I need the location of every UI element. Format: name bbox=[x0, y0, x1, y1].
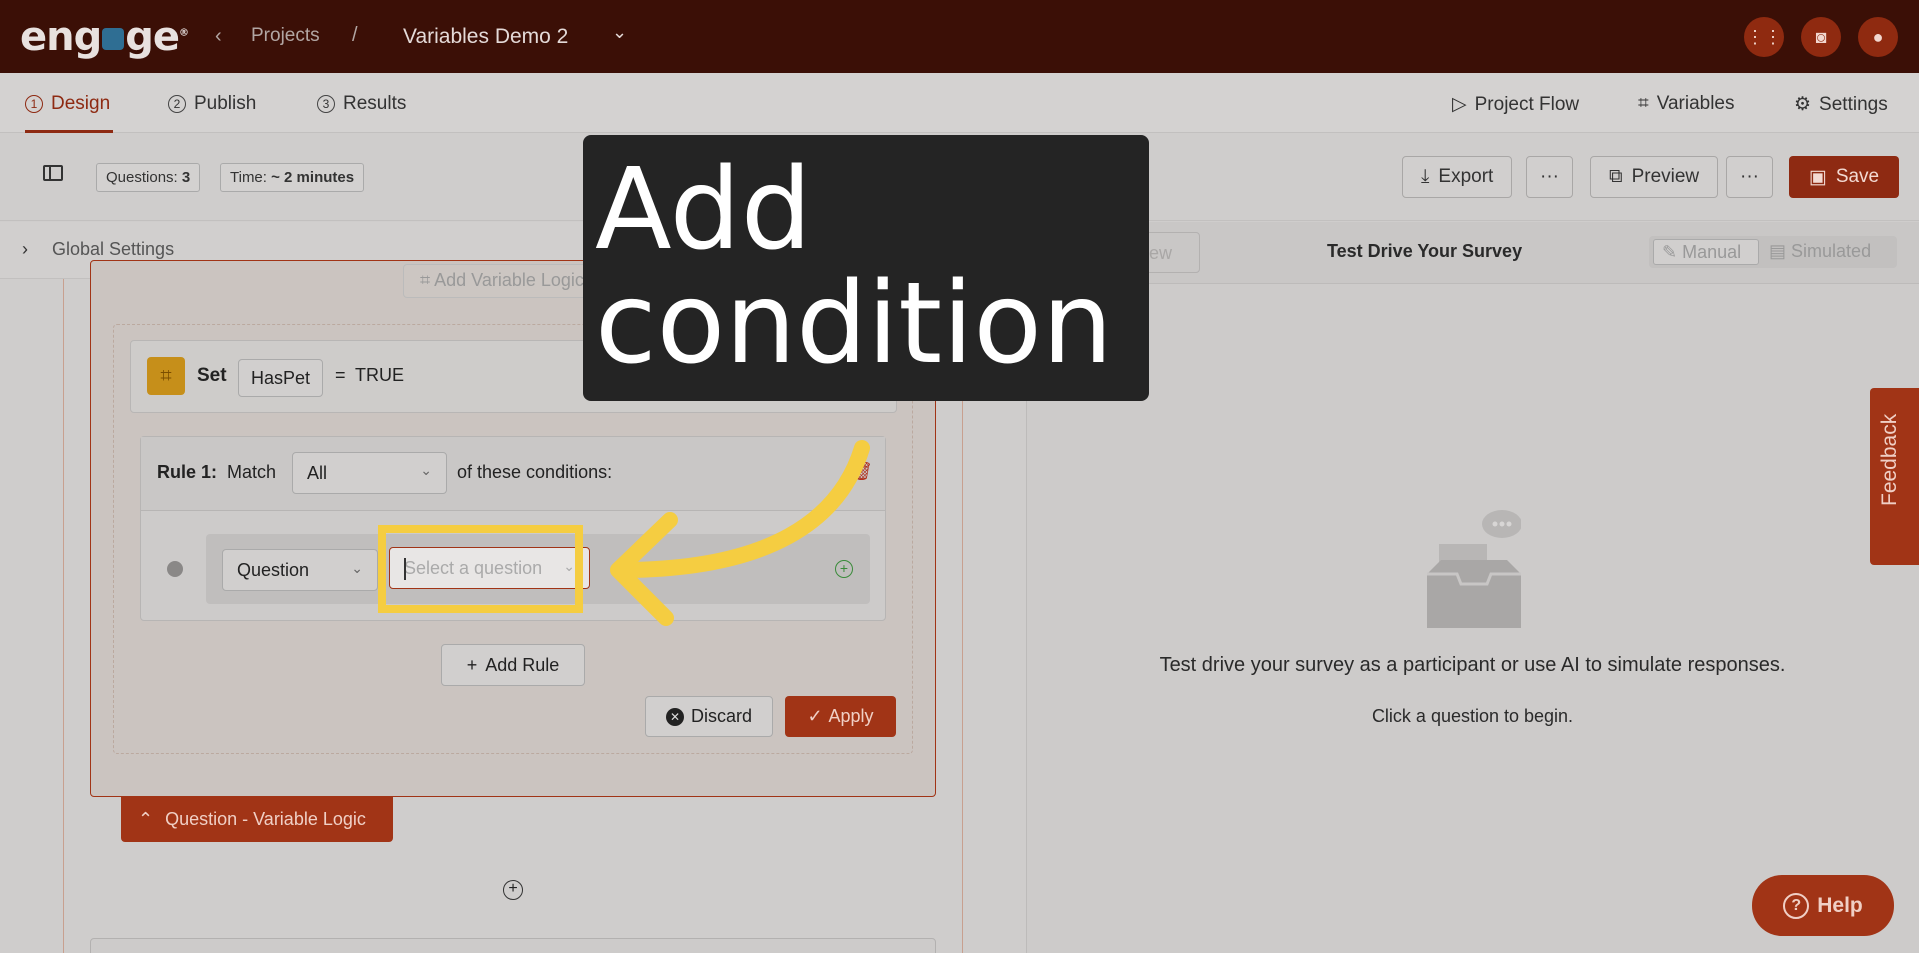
chevron-up-icon: ⌃ bbox=[138, 809, 154, 829]
rule-title: Rule 1: bbox=[157, 462, 218, 482]
variable-value: TRUE bbox=[355, 365, 404, 385]
drag-handle[interactable] bbox=[167, 561, 183, 577]
variable-logic-icon: ⌗ bbox=[147, 357, 185, 395]
top-bar: eng ge® ‹ Projects / Variables Demo 2 ⌄ ⋮… bbox=[0, 0, 1919, 73]
annotation-callout: Add condition bbox=[583, 135, 1149, 401]
close-icon: ✕ bbox=[665, 707, 684, 726]
export-more-button[interactable]: ··· bbox=[1526, 156, 1573, 198]
empty-state-text: Test drive your survey as a participant … bbox=[1159, 654, 1786, 676]
chevron-right-icon: › bbox=[22, 239, 28, 259]
active-tab-indicator bbox=[25, 130, 113, 133]
engage-logo[interactable]: eng ge® bbox=[20, 14, 189, 60]
settings-link[interactable]: ⚙ Settings bbox=[1794, 93, 1888, 116]
project-name: Variables Demo 2 bbox=[403, 25, 569, 48]
empty-inbox-icon bbox=[1427, 510, 1521, 628]
condition-type-select[interactable]: Question ⌄ bbox=[222, 549, 378, 591]
external-link-icon: ⧉ bbox=[1609, 166, 1623, 187]
variables-icon: ⌗ bbox=[1638, 93, 1649, 114]
apply-button[interactable]: ✓ Apply bbox=[785, 696, 896, 737]
preview-header: New Preview Test Drive Your Survey ✎ Man… bbox=[1027, 222, 1919, 284]
preview-mode-toggle: ✎ Manual ▤ Simulated bbox=[1649, 236, 1897, 268]
user-avatar-icon[interactable]: ● bbox=[1858, 17, 1898, 57]
variables-link[interactable]: ⌗ Variables bbox=[1638, 93, 1735, 115]
tab-publish[interactable]: 2 Publish bbox=[168, 93, 256, 115]
conditions-text: of these conditions: bbox=[457, 462, 613, 482]
tab-results[interactable]: 3 Results bbox=[317, 93, 406, 115]
apps-grid-icon[interactable]: ⋮⋮ bbox=[1744, 17, 1784, 57]
question-variable-logic-toggle[interactable]: ⌃ Question - Variable Logic bbox=[121, 797, 393, 842]
tab-design[interactable]: 1 Design bbox=[25, 93, 110, 115]
discard-button[interactable]: ✕ Discard bbox=[645, 696, 773, 737]
variable-chip[interactable]: HasPet bbox=[238, 359, 324, 397]
add-question-icon[interactable]: + bbox=[503, 880, 523, 900]
global-settings-label: Global Settings bbox=[52, 239, 175, 259]
pencil-icon: ✎ bbox=[1662, 242, 1678, 262]
chevron-down-icon[interactable]: ⌄ bbox=[612, 22, 627, 43]
play-icon: ▷ bbox=[1452, 94, 1467, 115]
chat-icon: ▤ bbox=[1769, 241, 1787, 261]
plus-icon: + bbox=[466, 654, 478, 675]
gear-icon: ⚙ bbox=[1794, 94, 1812, 115]
tab-row: 1 Design 2 Publish 3 Results ▷ Project F… bbox=[0, 73, 1919, 133]
sidebar-toggle-icon[interactable] bbox=[43, 165, 63, 181]
check-circle-icon: ✓ bbox=[807, 706, 823, 726]
match-label: Match bbox=[227, 462, 277, 482]
chevron-down-icon: ⌄ bbox=[420, 462, 432, 478]
annotation-arrow bbox=[610, 440, 870, 626]
help-button[interactable]: ? Help bbox=[1752, 875, 1894, 936]
chevron-left-icon[interactable]: ‹ bbox=[215, 25, 222, 48]
add-rule-button[interactable]: + Add Rule bbox=[441, 644, 585, 686]
annotation-highlight-box bbox=[378, 525, 583, 613]
project-flow-link[interactable]: ▷ Project Flow bbox=[1452, 93, 1579, 116]
add-variable-logic-button[interactable]: ⌗ Add Variable Logic bbox=[403, 264, 603, 298]
editor-guide-line bbox=[63, 279, 64, 953]
preview-button[interactable]: ⧉ Preview bbox=[1590, 156, 1719, 198]
set-label: Set bbox=[197, 365, 227, 386]
match-select[interactable]: All ⌄ bbox=[292, 452, 447, 494]
equals-sign: = bbox=[335, 365, 346, 385]
save-button[interactable]: ▣ Save bbox=[1789, 156, 1899, 198]
mode-manual-option[interactable]: ✎ Manual bbox=[1653, 239, 1759, 265]
chevron-down-icon: ⌄ bbox=[351, 560, 363, 576]
empty-state-subtext: Click a question to begin. bbox=[1371, 706, 1574, 726]
preview-more-button[interactable]: ··· bbox=[1726, 156, 1773, 198]
assistant-bot-icon[interactable]: ◙ bbox=[1801, 17, 1841, 57]
questions-count-chip: Questions: 3 bbox=[96, 163, 201, 192]
floppy-disk-icon: ▣ bbox=[1808, 166, 1827, 188]
breadcrumb-projects[interactable]: Projects bbox=[251, 25, 320, 47]
export-button[interactable]: ⤓ Export bbox=[1402, 156, 1513, 198]
breadcrumb-separator: / bbox=[352, 24, 358, 46]
preview-title: Test Drive Your Survey bbox=[1327, 241, 1523, 261]
next-question-card bbox=[90, 938, 936, 953]
feedback-tab[interactable]: Feedback bbox=[1870, 388, 1919, 565]
question-circle-icon: ? bbox=[1783, 892, 1810, 919]
time-estimate-chip: Time: ~ 2 minutes bbox=[220, 163, 365, 192]
mode-simulated-option[interactable]: ▤ Simulated bbox=[1769, 241, 1871, 262]
download-icon: ⤓ bbox=[1421, 166, 1430, 187]
variables-icon: ⌗ bbox=[420, 270, 435, 290]
